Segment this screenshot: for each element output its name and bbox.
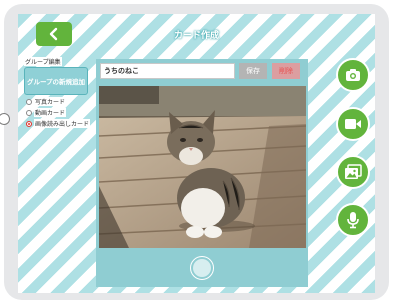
delete-button[interactable]: 削除: [272, 63, 300, 79]
microphone-button[interactable]: [336, 203, 370, 237]
radio-label: 動画カード: [34, 108, 67, 117]
page-title: カード作成: [173, 31, 219, 41]
card-photo: [99, 86, 306, 248]
radio-indicator-selected[interactable]: [26, 120, 32, 127]
shutter-button[interactable]: [190, 256, 214, 280]
card-name-input[interactable]: うちのねこ: [100, 63, 235, 79]
image-gallery-button[interactable]: [336, 155, 370, 189]
image-gallery-icon: [345, 164, 362, 179]
card-type-radio-group: 写真カード 動画カード 画像読み出しカード: [26, 96, 91, 129]
video-button[interactable]: [336, 107, 370, 141]
camera-button[interactable]: [336, 58, 370, 92]
radio-video-card[interactable]: 動画カード: [26, 107, 90, 118]
radio-label: 画像読み出しカード: [34, 119, 91, 128]
tablet-frame: カード作成 グループ編集 グループの新規追加 写真カード 動画カード 画像読み出…: [0, 4, 389, 300]
radio-indicator[interactable]: [26, 109, 32, 116]
cat-photo-image: [99, 86, 306, 248]
shutter-button-inner: [193, 259, 211, 277]
radio-photo-card[interactable]: 写真カード: [26, 96, 90, 107]
microphone-icon: [347, 212, 359, 229]
home-button[interactable]: [0, 113, 10, 125]
save-button[interactable]: 保存: [239, 63, 267, 79]
add-group-button[interactable]: グループの新規追加: [24, 67, 88, 95]
card-editor: うちのねこ 保存 削除: [96, 59, 308, 287]
radio-image-load-card[interactable]: 画像読み出しカード: [26, 118, 91, 129]
app-screen: カード作成 グループ編集 グループの新規追加 写真カード 動画カード 画像読み出…: [18, 14, 375, 293]
radio-label: 写真カード: [34, 97, 67, 106]
camera-icon: [346, 69, 360, 81]
group-edit-label: グループ編集: [24, 57, 62, 66]
radio-indicator[interactable]: [26, 98, 32, 105]
video-camera-icon: [345, 119, 361, 129]
